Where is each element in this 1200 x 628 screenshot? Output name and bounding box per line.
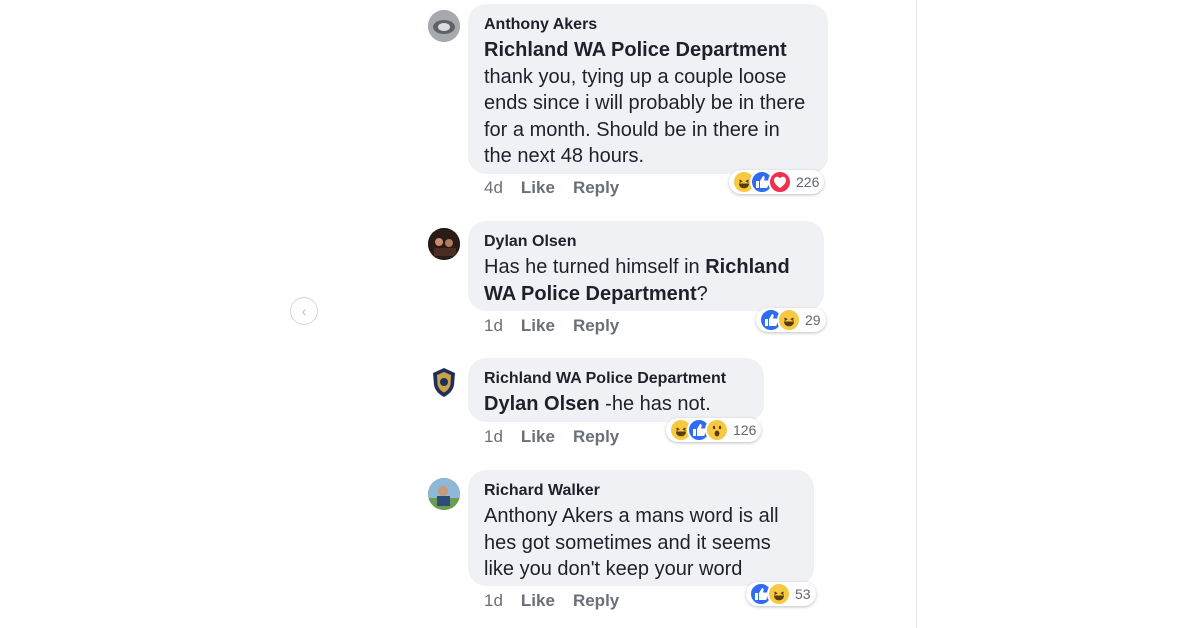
reply-link[interactable]: Reply [573, 316, 619, 336]
comment-time[interactable]: 1d [484, 591, 503, 611]
avatar[interactable] [428, 228, 460, 260]
avatar-image-icon [428, 228, 460, 260]
comment-text: Anthony Akers a mans word is all hes got… [484, 505, 779, 580]
comment-body-end: ? [696, 282, 708, 305]
reaction-summary[interactable]: 226 [729, 170, 825, 194]
like-link[interactable]: Like [521, 427, 555, 447]
comment-text: Has he turned himself in Richland WA Pol… [484, 254, 808, 307]
avatar-image-icon [428, 478, 460, 510]
haha-reaction-icon [777, 308, 801, 332]
previous-button[interactable]: ‹ [290, 297, 318, 325]
comment-author[interactable]: Richland WA Police Department [484, 369, 748, 389]
avatar-image-icon [428, 10, 460, 42]
comment-author[interactable]: Anthony Akers [484, 15, 812, 35]
reaction-count: 29 [805, 312, 821, 328]
wow-reaction-icon [705, 418, 729, 442]
comment-actions: 4d Like Reply [484, 178, 619, 198]
comment-time[interactable]: 1d [484, 427, 503, 447]
avatar[interactable] [428, 366, 460, 398]
comment-bubble: Dylan Olsen Has he turned himself in Ric… [468, 221, 824, 311]
reply-link[interactable]: Reply [573, 427, 619, 447]
comment-body: Has he turned himself in [484, 256, 706, 278]
reply-link[interactable]: Reply [573, 178, 619, 198]
comment-time[interactable]: 1d [484, 316, 503, 336]
reaction-count: 126 [733, 422, 757, 438]
comment-actions: 1d Like Reply [484, 427, 619, 447]
reaction-count: 53 [795, 586, 811, 602]
reaction-summary[interactable]: 53 [746, 582, 816, 606]
haha-reaction-icon [767, 582, 791, 606]
mention-link[interactable]: Richland WA Police Department [484, 39, 787, 61]
police-badge-icon [428, 366, 460, 398]
comment-time[interactable]: 4d [484, 178, 503, 198]
comment-text: Richland WA Police Department thank you, … [484, 37, 812, 170]
comment-actions: 1d Like Reply [484, 316, 619, 336]
reaction-count: 226 [796, 174, 820, 190]
comment-author[interactable]: Richard Walker [484, 481, 798, 501]
comment-bubble: Anthony Akers Richland WA Police Departm… [468, 4, 828, 174]
comment-text: Dylan Olsen -he has not. [484, 391, 748, 418]
like-link[interactable]: Like [521, 316, 555, 336]
right-panel-divider [916, 0, 917, 628]
like-link[interactable]: Like [521, 591, 555, 611]
comment-body: thank you, tying up a couple loose ends … [484, 65, 806, 168]
comment-bubble: Richland WA Police Department Dylan Olse… [468, 358, 764, 422]
comment-actions: 1d Like Reply [484, 591, 619, 611]
reaction-summary[interactable]: 29 [756, 308, 826, 332]
comment-body: -he has not. [599, 393, 711, 415]
avatar[interactable] [428, 478, 460, 510]
reaction-summary[interactable]: 126 [666, 418, 762, 442]
chevron-left-icon: ‹ [301, 303, 307, 319]
like-link[interactable]: Like [521, 178, 555, 198]
comment-bubble: Richard Walker Anthony Akers a mans word… [468, 470, 814, 586]
avatar[interactable] [428, 10, 460, 42]
love-reaction-icon [768, 170, 792, 194]
reply-link[interactable]: Reply [573, 591, 619, 611]
comment-author[interactable]: Dylan Olsen [484, 232, 808, 252]
mention-link[interactable]: Dylan Olsen [484, 393, 600, 415]
